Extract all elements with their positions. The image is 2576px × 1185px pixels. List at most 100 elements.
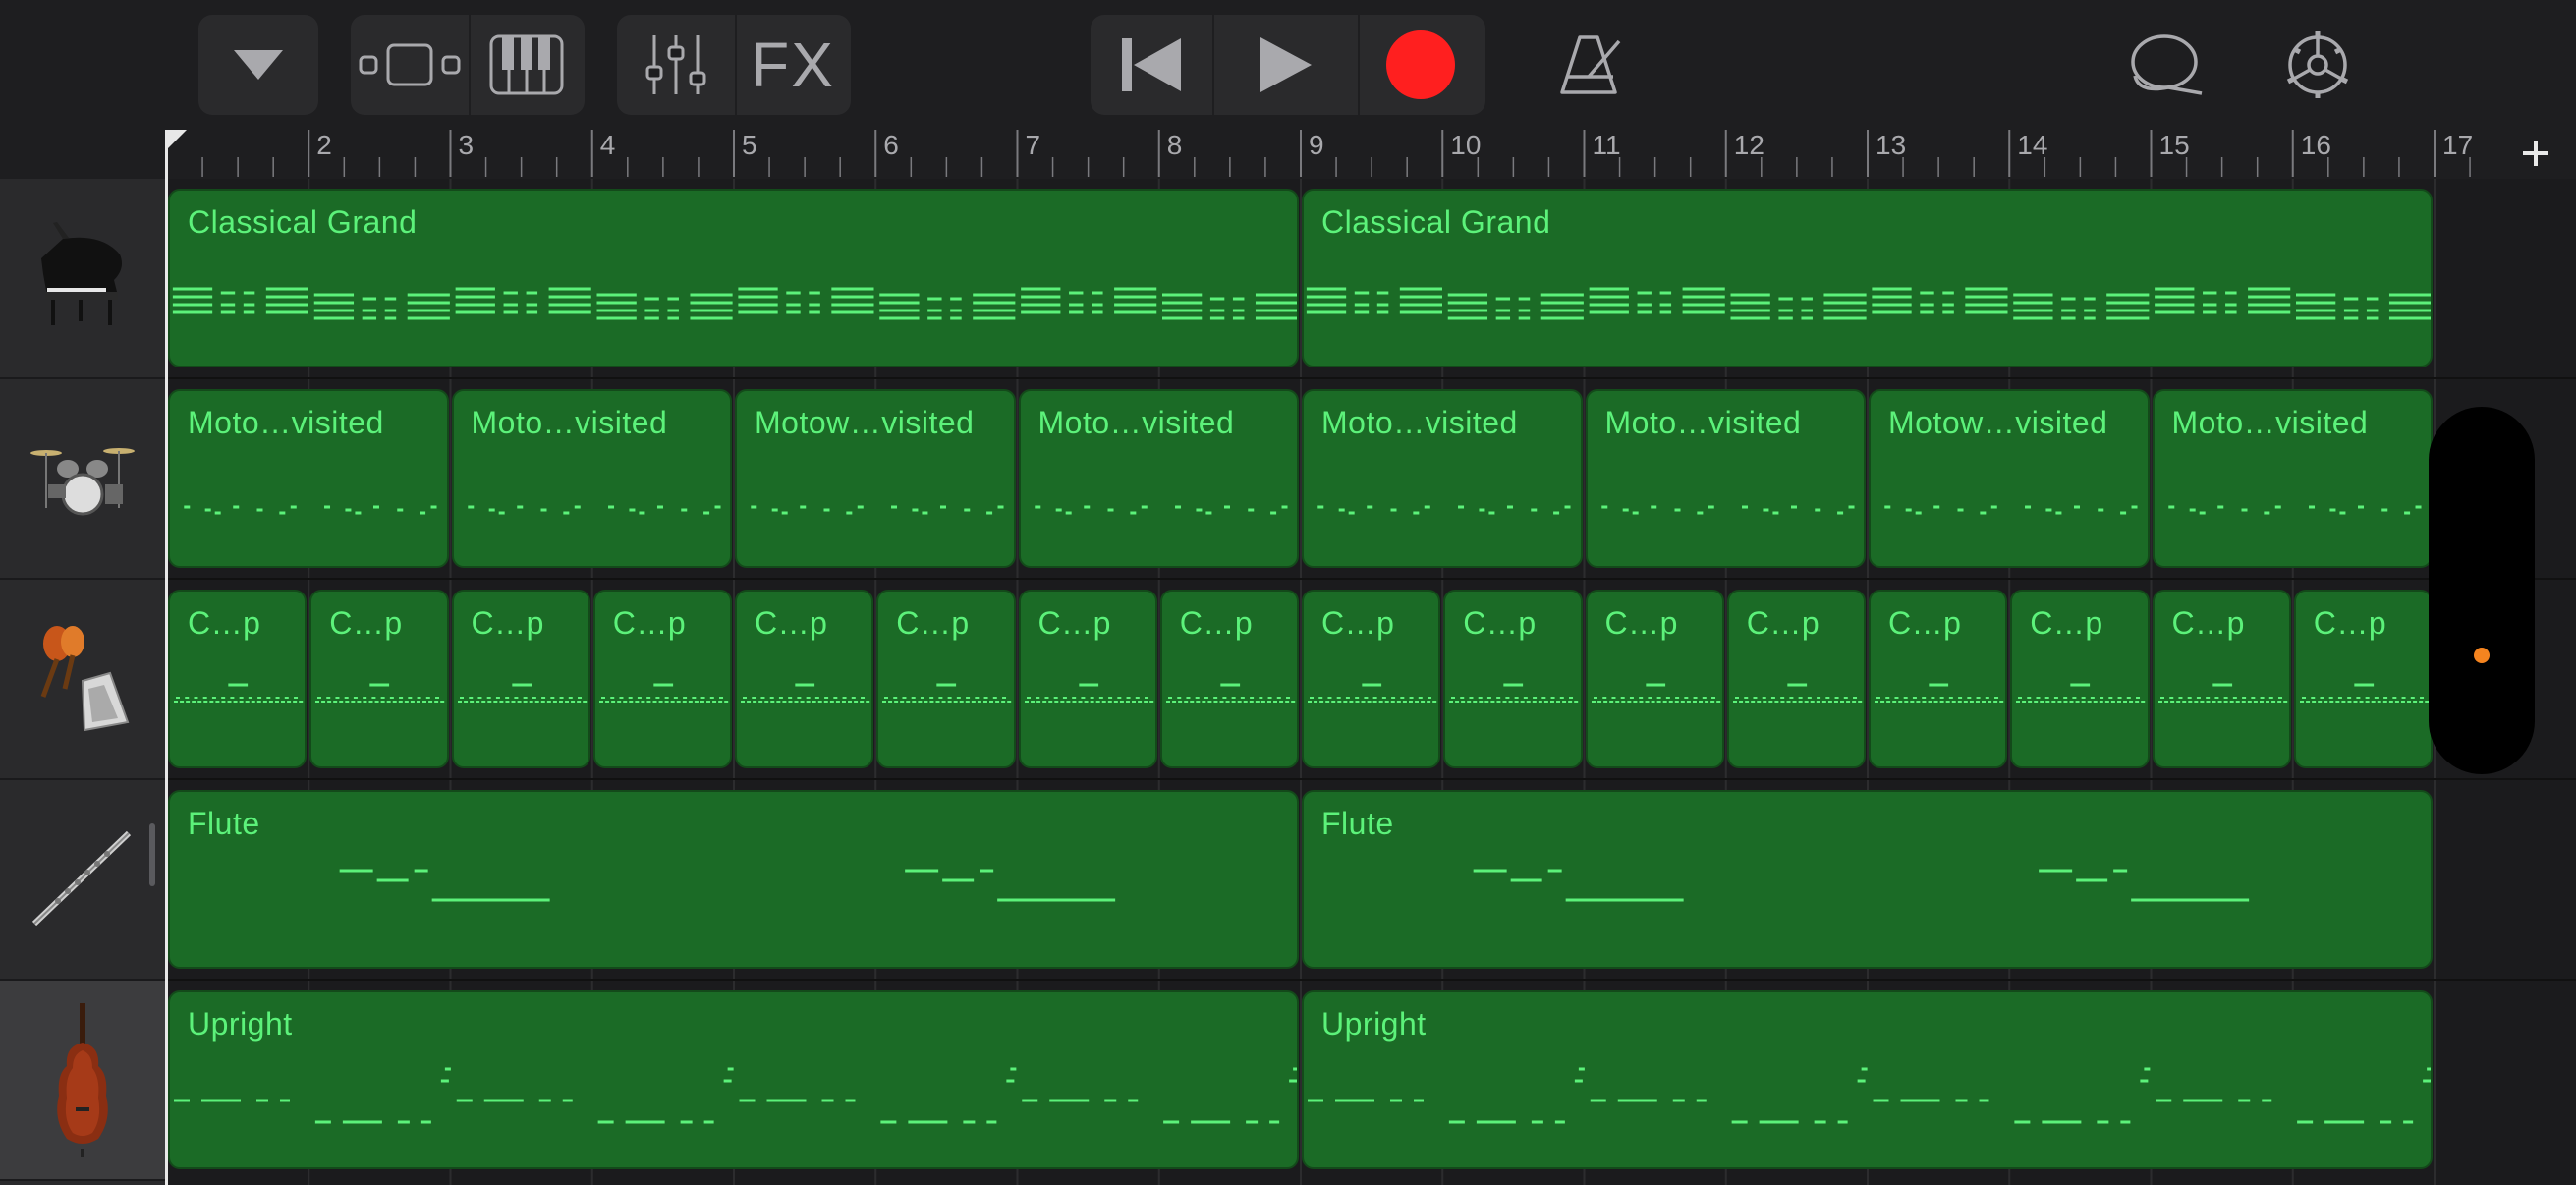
track-header-classical-grand[interactable]	[0, 179, 165, 379]
region[interactable]: C…p	[592, 590, 732, 768]
ruler-ticks	[166, 130, 2471, 177]
region-name: Moto…visited	[1321, 405, 1518, 440]
vertical-scroll-handle[interactable]	[2429, 407, 2535, 774]
region-name: Moto…visited	[188, 405, 384, 440]
flute-icon	[31, 830, 132, 927]
bar-number: 8	[1166, 130, 1183, 160]
region[interactable]: C…p	[1726, 590, 1866, 768]
add-section-button[interactable]	[2511, 130, 2560, 177]
bar-number: 3	[458, 130, 475, 160]
tracks-view-button[interactable]	[351, 15, 469, 115]
region-name: C…p	[2030, 605, 2103, 641]
region[interactable]: C…p	[451, 590, 590, 768]
region-name: Motow…visited	[755, 405, 975, 440]
region-name: Moto…visited	[1604, 405, 1802, 440]
bar-number: 7	[1025, 130, 1041, 160]
region-notes	[1473, 869, 2250, 902]
region[interactable]: C…p	[1302, 590, 1441, 768]
view-group	[351, 15, 585, 115]
chevron-down-icon	[234, 50, 283, 80]
region[interactable]: C…p	[1159, 590, 1299, 768]
region-name: C…p	[2313, 605, 2387, 641]
mix-group: FX	[617, 15, 851, 115]
region[interactable]: Classical Grand	[1302, 189, 2433, 367]
lane-divider	[165, 377, 2576, 379]
bar-number: 17	[2442, 130, 2474, 160]
region[interactable]: C…p	[309, 590, 449, 768]
region-name: C…p	[1888, 605, 1962, 641]
mixer-button[interactable]	[617, 15, 735, 115]
region-name: C…p	[2171, 605, 2245, 641]
region[interactable]: C…p	[1585, 590, 1724, 768]
loop-browser-icon	[2131, 34, 2203, 95]
region-notes	[339, 869, 1116, 902]
region-name: Moto…visited	[1037, 405, 1235, 440]
play-button[interactable]	[1212, 15, 1358, 115]
region[interactable]: Moto…visited	[1585, 389, 1866, 568]
control-bar: FX	[0, 0, 2576, 130]
region[interactable]: C…p	[2010, 590, 2150, 768]
region[interactable]: Moto…visited	[2152, 389, 2433, 568]
region-name: C…p	[188, 605, 261, 641]
region[interactable]: C…p	[1869, 590, 2008, 768]
bar-number: 5	[742, 130, 757, 160]
loop-browser-button[interactable]	[2122, 15, 2211, 115]
metronome-button[interactable]	[1548, 15, 1637, 115]
region[interactable]: Moto…visited	[1018, 389, 1299, 568]
header-scroll-thumb[interactable]	[149, 823, 155, 886]
metronome-icon	[1560, 35, 1621, 94]
track-header-upright[interactable]	[0, 981, 165, 1181]
region-name: Moto…visited	[2171, 405, 2369, 440]
record-button[interactable]	[1358, 15, 1482, 115]
plus-icon	[2523, 141, 2548, 166]
fx-button[interactable]: FX	[735, 15, 849, 115]
fx-label: FX	[751, 29, 835, 100]
region[interactable]: C…p	[168, 590, 308, 768]
timeline-ruler[interactable]: 2 3 4 5 6 7 8 9 10 11 12 13 14 15 16 17	[0, 130, 2576, 179]
bar-number: 13	[1876, 130, 1907, 160]
region-name: Classical Grand	[1321, 204, 1551, 240]
region[interactable]: Upright	[1302, 990, 2433, 1169]
track-header-percussion[interactable]	[0, 580, 165, 780]
record-icon	[1386, 30, 1455, 99]
track-lanes: Classical Grand Classical Grand Moto…visit…	[165, 179, 2576, 1185]
region[interactable]: Flute	[1302, 790, 2433, 969]
region[interactable]: C…p	[2152, 590, 2291, 768]
region[interactable]: C…p	[876, 590, 1016, 768]
region[interactable]: C…p	[1018, 590, 1157, 768]
settings-button[interactable]	[2273, 15, 2362, 115]
region[interactable]: Upright	[168, 990, 1299, 1169]
bar-number: 10	[1450, 130, 1482, 160]
upright-bass-icon	[57, 1003, 108, 1157]
track-header-drums[interactable]	[0, 379, 165, 580]
playhead-flag[interactable]	[165, 130, 187, 151]
region[interactable]: Motow…visited	[735, 389, 1016, 568]
keyboard-button[interactable]	[469, 15, 583, 115]
playhead[interactable]	[165, 130, 168, 1185]
region-name: Motow…visited	[1888, 405, 2108, 440]
region[interactable]: Motow…visited	[1869, 389, 2150, 568]
track-header-flute[interactable]	[0, 780, 165, 981]
region[interactable]: C…p	[1443, 590, 1583, 768]
region[interactable]: C…p	[2293, 590, 2433, 768]
play-icon	[1260, 37, 1312, 92]
browser-group	[198, 15, 318, 115]
bar-number: 9	[1309, 130, 1324, 160]
drum-kit-icon	[30, 448, 135, 516]
region[interactable]: Moto…visited	[451, 389, 732, 568]
region[interactable]: Flute	[168, 790, 1299, 969]
bar-number: 2	[316, 130, 332, 160]
region-name: C…p	[1604, 605, 1678, 641]
region[interactable]: Classical Grand	[168, 189, 1299, 367]
lane-divider	[165, 578, 2576, 580]
region[interactable]: Moto…visited	[1302, 389, 1583, 568]
tracks-menu-button[interactable]	[198, 15, 318, 115]
region[interactable]: C…p	[735, 590, 874, 768]
keyboard-icon	[489, 34, 564, 95]
region-name: C…p	[1746, 605, 1820, 641]
region[interactable]: Moto…visited	[168, 389, 449, 568]
transport-group	[1091, 15, 1485, 115]
rewind-icon	[1122, 38, 1181, 91]
rewind-button[interactable]	[1091, 15, 1212, 115]
region-name: C…p	[612, 605, 687, 641]
